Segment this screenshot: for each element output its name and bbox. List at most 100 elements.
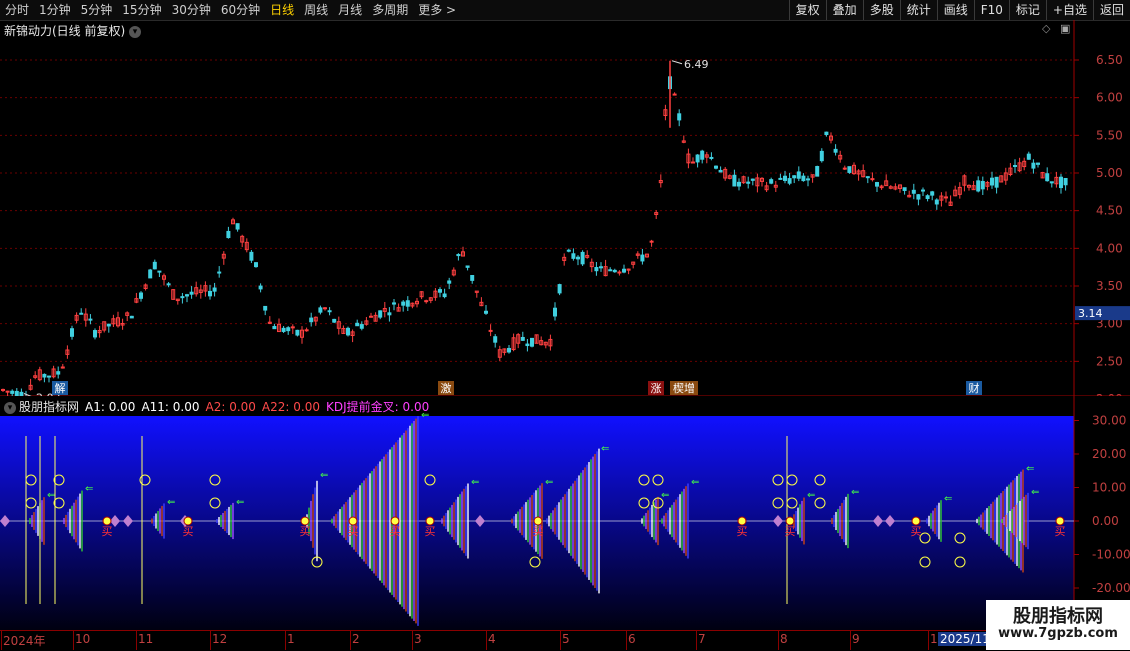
candle-body xyxy=(318,307,323,313)
candle-body xyxy=(226,230,231,239)
candle-body xyxy=(295,329,300,336)
toolbar-button-2[interactable]: 多股 xyxy=(862,0,900,20)
chevron-down-icon[interactable]: ▾ xyxy=(129,25,142,38)
candle-body xyxy=(557,284,562,294)
candle-body xyxy=(612,269,617,273)
candle-body xyxy=(916,194,921,200)
candle-body xyxy=(56,371,61,375)
candle-body xyxy=(695,154,700,163)
period-tab-4[interactable]: 30分钟 xyxy=(167,0,216,20)
candle-body xyxy=(442,293,447,298)
candle-body xyxy=(272,325,277,330)
candle-body xyxy=(106,323,111,327)
candle-body xyxy=(833,148,838,153)
buy-signal-icon[interactable] xyxy=(533,516,543,526)
indicator-arrow: ⇐ xyxy=(167,497,175,508)
event-marker-label[interactable]: 涨 xyxy=(651,382,662,395)
period-tab-9[interactable]: 多周期 xyxy=(367,0,413,20)
candle-body xyxy=(525,343,530,347)
toolbar-button-0[interactable]: 复权 xyxy=(788,0,826,20)
indicator-y-tick-label: -20.00 xyxy=(1092,581,1130,595)
buy-signal-icon[interactable] xyxy=(425,516,435,526)
toolbar-button-7[interactable]: +自选 xyxy=(1045,0,1093,20)
period-tab-6[interactable]: 日线 xyxy=(265,0,299,20)
chevron-down-icon[interactable]: ▾ xyxy=(4,401,16,414)
toolbar-button-4[interactable]: 画线 xyxy=(936,0,974,20)
candle-body xyxy=(796,171,801,179)
buy-signal-icon[interactable] xyxy=(785,516,795,526)
candle-body xyxy=(769,179,774,184)
buy-signal-icon[interactable] xyxy=(183,516,193,526)
buy-label[interactable]: 买 xyxy=(183,525,194,538)
candle-body xyxy=(580,251,585,265)
high-price-label: 6.49 xyxy=(684,58,709,71)
candle-body xyxy=(189,291,194,295)
buy-signal-icon[interactable] xyxy=(911,516,921,526)
toolbar-button-8[interactable]: 返回 xyxy=(1092,0,1130,20)
indicator-chart[interactable]: 30.00 20.00 10.00 0.00 -10.00 -20.00 ⇐ ⇐ ⇐ ⇐ ⇐ ⇐ ⇐ ⇐ ⇐… xyxy=(0,396,1130,630)
kline-chart[interactable]: 6.506.005.505.004.504.003.503.002.502.00… xyxy=(0,20,1130,396)
period-tab-1[interactable]: 1分钟 xyxy=(34,0,76,20)
date-label-10: 7 xyxy=(698,632,706,646)
indicator-arrow: ⇐ xyxy=(601,443,609,454)
y-tick-label: 5.00 xyxy=(1096,166,1123,180)
event-marker-label[interactable]: 楔增 xyxy=(673,381,695,395)
buy-label[interactable]: 买 xyxy=(425,525,436,538)
toolbar-button-3[interactable]: 统计 xyxy=(899,0,937,20)
event-marker-label[interactable]: 财 xyxy=(969,381,980,395)
toolbar-button-1[interactable]: 叠加 xyxy=(825,0,863,20)
buy-label[interactable]: 买 xyxy=(737,525,748,538)
buy-label[interactable]: 买 xyxy=(911,525,922,538)
period-tab-8[interactable]: 月线 xyxy=(333,0,367,20)
indicator-arrow: ⇐ xyxy=(471,477,479,488)
event-marker-label[interactable]: 激 xyxy=(441,381,452,395)
candle-body xyxy=(714,165,718,169)
candle-body xyxy=(520,336,525,341)
buy-signal-icon[interactable] xyxy=(300,516,310,526)
toolbar-button-5[interactable]: F10 xyxy=(973,0,1009,20)
stock-title-text: 新锦动力(日线 前复权) xyxy=(4,24,126,38)
buy-signal-icon[interactable] xyxy=(102,516,112,526)
event-marker-label[interactable]: 解 xyxy=(55,381,66,395)
candle-body xyxy=(718,169,723,173)
buy-signal-icon[interactable] xyxy=(348,516,358,526)
candle-body xyxy=(617,271,622,274)
indicator-arrow: ⇐ xyxy=(851,487,859,498)
buy-label[interactable]: 买 xyxy=(785,525,796,538)
buy-label[interactable]: 买 xyxy=(300,525,311,538)
indicator-y-tick-label: 30.00 xyxy=(1092,414,1126,428)
buy-signal-icon[interactable] xyxy=(1055,516,1065,526)
buy-label[interactable]: 买 xyxy=(102,525,113,538)
date-tick xyxy=(778,631,779,650)
candle-body xyxy=(672,93,677,96)
indicator-arrow: ⇐ xyxy=(85,484,93,495)
candle-body xyxy=(1045,173,1050,182)
candle-body xyxy=(700,150,705,160)
candle-body xyxy=(249,251,254,261)
diamond-icon[interactable]: ◇ xyxy=(1042,22,1050,35)
period-tab-5[interactable]: 60分钟 xyxy=(216,0,265,20)
candle-body xyxy=(254,262,258,268)
candle-body xyxy=(401,301,406,306)
buy-label[interactable]: 买 xyxy=(1055,525,1066,538)
period-tab-0[interactable]: 分时 xyxy=(0,0,34,20)
toolbar-button-6[interactable]: 标记 xyxy=(1008,0,1046,20)
buy-label[interactable]: 买 xyxy=(390,525,401,538)
date-label-6: 3 xyxy=(414,632,422,646)
buy-signal-icon[interactable] xyxy=(737,516,747,526)
candle-body xyxy=(5,390,10,393)
buy-label[interactable]: 买 xyxy=(533,525,544,538)
buy-label[interactable]: 买 xyxy=(348,525,359,538)
indicator-arrow: ⇐ xyxy=(807,490,815,501)
period-tab-10[interactable]: 更多 > xyxy=(413,0,461,20)
candle-body xyxy=(359,324,364,329)
period-tab-3[interactable]: 15分钟 xyxy=(117,0,166,20)
buy-signal-icon[interactable] xyxy=(390,516,400,526)
period-tab-7[interactable]: 周线 xyxy=(299,0,333,20)
candle-body xyxy=(148,269,153,279)
stock-title: 新锦动力(日线 前复权) ▾ xyxy=(4,22,142,39)
indicator-param-0: A1: 0.00 xyxy=(85,400,136,414)
indicator-y-tick-label: 10.00 xyxy=(1092,481,1126,495)
panel-toggle-icon[interactable]: ▣ xyxy=(1060,22,1070,35)
period-tab-2[interactable]: 5分钟 xyxy=(76,0,118,20)
